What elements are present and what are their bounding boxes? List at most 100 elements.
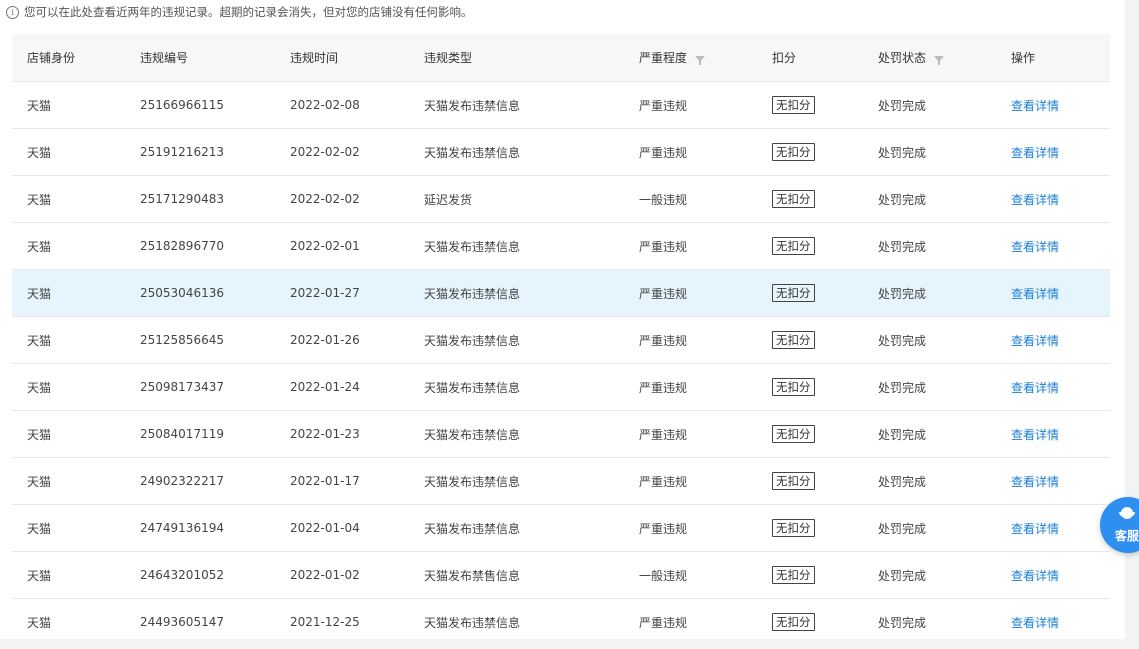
cell-violation-date: 2022-01-24 bbox=[290, 380, 360, 394]
info-icon: i bbox=[6, 5, 19, 19]
table-row: 天猫 25166966115 2022-02-08 天猫发布违禁信息 严重违规 无扣分 处罚… bbox=[12, 81, 1110, 129]
cell-violation-id: 25084017119 bbox=[140, 427, 224, 441]
cell-violation-type: 天猫发布禁售信息 bbox=[424, 568, 521, 583]
cell-status: 处罚完成 bbox=[878, 521, 927, 536]
cell-violation-type-cell: 天猫发布禁售信息 bbox=[409, 551, 624, 599]
cell-violation-type: 天猫发布违禁信息 bbox=[424, 333, 521, 348]
cell-status: 处罚完成 bbox=[878, 192, 927, 207]
cell-violation-date-cell: 2022-01-04 bbox=[275, 504, 409, 552]
cell-violation-date-cell: 2022-01-24 bbox=[275, 363, 409, 411]
table-row: 天猫 25125856645 2022-01-26 天猫发布违禁信息 严重违规 无扣分 处罚… bbox=[12, 316, 1110, 364]
view-details-link-cell: 查看详情 bbox=[996, 504, 1110, 552]
cell-shop-cell: 天猫 bbox=[12, 128, 125, 176]
column-header-severity-label: 严重程度 bbox=[639, 51, 688, 65]
view-details-link[interactable]: 查看详情 bbox=[1011, 381, 1059, 395]
cell-violation-type-cell: 天猫发布违禁信息 bbox=[409, 410, 624, 458]
filter-icon[interactable] bbox=[934, 55, 945, 65]
cell-violation-type-cell: 天猫发布违禁信息 bbox=[409, 222, 624, 270]
cell-status-cell: 处罚完成 bbox=[863, 316, 996, 364]
cell-shop: 天猫 bbox=[27, 474, 52, 489]
cell-shop-cell: 天猫 bbox=[12, 81, 125, 129]
cell-violation-id-cell: 24493605147 bbox=[125, 598, 275, 639]
cell-shop: 天猫 bbox=[27, 615, 52, 630]
cell-status: 处罚完成 bbox=[878, 568, 927, 583]
view-details-link[interactable]: 查看详情 bbox=[1011, 428, 1059, 442]
view-details-link-cell: 查看详情 bbox=[996, 269, 1110, 317]
cell-violation-type-cell: 天猫发布违禁信息 bbox=[409, 269, 624, 317]
cell-severity: 严重违规 bbox=[639, 98, 688, 113]
cell-deduct-cell: 无扣分 bbox=[757, 175, 863, 223]
cell-deduct-cell: 无扣分 bbox=[757, 410, 863, 458]
view-details-link[interactable]: 查看详情 bbox=[1011, 287, 1059, 301]
cell-violation-date-cell: 2021-12-25 bbox=[275, 598, 409, 639]
cell-deduct-cell: 无扣分 bbox=[757, 128, 863, 176]
cell-violation-date: 2022-01-02 bbox=[290, 568, 360, 582]
table-row: 天猫 25182896770 2022-02-01 天猫发布违禁信息 严重违规 无扣分 处罚… bbox=[12, 222, 1110, 270]
cell-severity: 严重违规 bbox=[639, 286, 688, 301]
cell-violation-id-cell: 25182896770 bbox=[125, 222, 275, 270]
cell-status: 处罚完成 bbox=[878, 239, 927, 254]
cell-severity: 严重违规 bbox=[639, 239, 688, 254]
cell-shop: 天猫 bbox=[27, 286, 52, 301]
cell-deduct: 无扣分 bbox=[772, 190, 815, 208]
cell-severity-cell: 严重违规 bbox=[624, 457, 757, 505]
cell-violation-id: 25171290483 bbox=[140, 192, 224, 206]
cell-violation-type-cell: 天猫发布违禁信息 bbox=[409, 504, 624, 552]
view-details-link[interactable]: 查看详情 bbox=[1011, 193, 1059, 207]
view-details-link[interactable]: 查看详情 bbox=[1011, 334, 1059, 348]
cell-violation-id: 25125856645 bbox=[140, 333, 224, 347]
view-details-link-cell: 查看详情 bbox=[996, 457, 1110, 505]
cell-deduct: 无扣分 bbox=[772, 566, 815, 584]
cell-deduct: 无扣分 bbox=[772, 425, 815, 443]
cell-deduct: 无扣分 bbox=[772, 143, 815, 161]
cell-severity: 严重违规 bbox=[639, 474, 688, 489]
cell-severity-cell: 严重违规 bbox=[624, 363, 757, 411]
view-details-link[interactable]: 查看详情 bbox=[1011, 522, 1059, 536]
table-row: 天猫 24902322217 2022-01-17 天猫发布违禁信息 严重违规 无扣分 处罚… bbox=[12, 457, 1110, 505]
cell-status: 处罚完成 bbox=[878, 615, 927, 630]
cell-status-cell: 处罚完成 bbox=[863, 551, 996, 599]
cell-severity: 严重违规 bbox=[639, 427, 688, 442]
cell-violation-date-cell: 2022-01-26 bbox=[275, 316, 409, 364]
view-details-link[interactable]: 查看详情 bbox=[1011, 569, 1059, 583]
cell-status: 处罚完成 bbox=[878, 333, 927, 348]
cell-status-cell: 处罚完成 bbox=[863, 598, 996, 639]
view-details-link-cell: 查看详情 bbox=[996, 363, 1110, 411]
cell-shop: 天猫 bbox=[27, 521, 52, 536]
cell-violation-id: 25098173437 bbox=[140, 380, 224, 394]
view-details-link[interactable]: 查看详情 bbox=[1011, 146, 1059, 160]
cell-severity-cell: 严重违规 bbox=[624, 269, 757, 317]
table-row: 天猫 25084017119 2022-01-23 天猫发布违禁信息 严重违规 无扣分 处罚… bbox=[12, 410, 1110, 458]
cell-violation-id-cell: 25053046136 bbox=[125, 269, 275, 317]
view-details-link-cell: 查看详情 bbox=[996, 128, 1110, 176]
cell-severity-cell: 严重违规 bbox=[624, 598, 757, 639]
table-row: 天猫 24643201052 2022-01-02 天猫发布禁售信息 一般违规 无扣分 处罚… bbox=[12, 551, 1110, 599]
violation-records-panel: i 您可以在此处查看近两年的违规记录。超期的记录会消失，但对您的店铺没有任何影响… bbox=[0, 0, 1125, 639]
cell-violation-date-cell: 2022-01-17 bbox=[275, 457, 409, 505]
violation-table: 店铺身份 违规编号 违规时间 违规类型 严重程度 扣分 处罚状态 操作 天猫 25… bbox=[12, 34, 1110, 639]
cell-violation-date: 2022-01-04 bbox=[290, 521, 360, 535]
cell-deduct: 无扣分 bbox=[772, 96, 815, 114]
cell-severity-cell: 严重违规 bbox=[624, 128, 757, 176]
cell-status-cell: 处罚完成 bbox=[863, 457, 996, 505]
cell-violation-type-cell: 天猫发布违禁信息 bbox=[409, 81, 624, 129]
column-header-deduct: 扣分 bbox=[757, 34, 863, 82]
view-details-link[interactable]: 查看详情 bbox=[1011, 99, 1059, 113]
table-row: 天猫 24493605147 2021-12-25 天猫发布违禁信息 严重违规 无扣分 处罚… bbox=[12, 598, 1110, 639]
cell-violation-id-cell: 24643201052 bbox=[125, 551, 275, 599]
cell-shop-cell: 天猫 bbox=[12, 316, 125, 364]
cell-shop-cell: 天猫 bbox=[12, 598, 125, 639]
cell-status: 处罚完成 bbox=[878, 427, 927, 442]
cell-deduct-cell: 无扣分 bbox=[757, 457, 863, 505]
view-details-link[interactable]: 查看详情 bbox=[1011, 475, 1059, 489]
cell-violation-type: 天猫发布违禁信息 bbox=[424, 98, 521, 113]
cell-violation-id-cell: 25166966115 bbox=[125, 81, 275, 129]
cell-violation-type-cell: 天猫发布违禁信息 bbox=[409, 316, 624, 364]
cell-violation-type: 延迟发货 bbox=[424, 192, 473, 207]
view-details-link[interactable]: 查看详情 bbox=[1011, 616, 1059, 630]
view-details-link[interactable]: 查看详情 bbox=[1011, 240, 1059, 254]
cell-violation-type: 天猫发布违禁信息 bbox=[424, 286, 521, 301]
filter-icon[interactable] bbox=[695, 55, 706, 65]
cell-violation-date-cell: 2022-02-02 bbox=[275, 128, 409, 176]
cell-shop-cell: 天猫 bbox=[12, 363, 125, 411]
